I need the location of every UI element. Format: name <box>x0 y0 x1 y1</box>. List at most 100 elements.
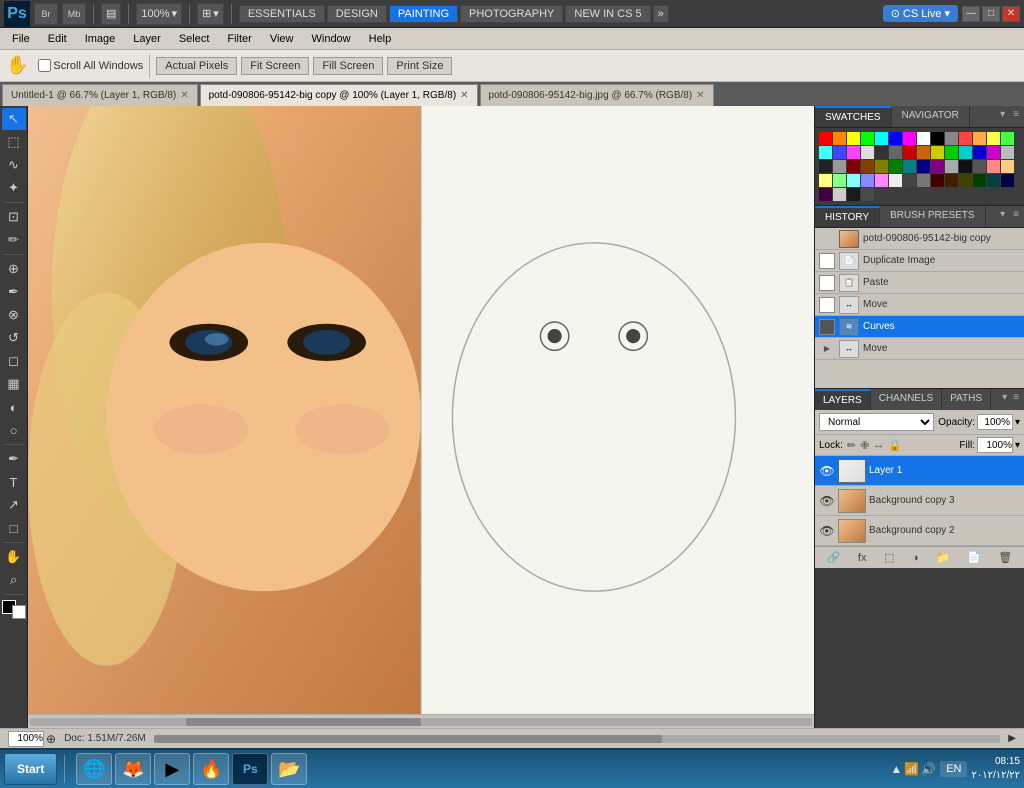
tab-untitled-close[interactable]: ✕ <box>180 90 188 101</box>
lock-move-icon[interactable]: ↔ <box>873 439 884 451</box>
swatch-55[interactable] <box>1001 174 1014 187</box>
paths-tab[interactable]: PATHS <box>942 389 991 410</box>
dodge-tool[interactable]: ○ <box>2 419 26 441</box>
close-btn[interactable]: ✕ <box>1002 6 1020 22</box>
brush-presets-tab[interactable]: BRUSH PRESETS <box>880 206 985 227</box>
taskbar-ps[interactable]: Ps <box>232 753 268 785</box>
workspace-design[interactable]: DESIGN <box>327 5 387 23</box>
swatch-39[interactable] <box>973 160 986 173</box>
swatch-26[interactable] <box>987 146 1000 159</box>
zoom-input[interactable] <box>8 731 44 747</box>
lock-pixel-icon[interactable]: ✏ <box>847 439 856 452</box>
swatch-54[interactable] <box>987 174 1000 187</box>
swatch-40[interactable] <box>987 160 1000 173</box>
tab-potd-orig-close[interactable]: ✕ <box>696 90 704 101</box>
crop-tool[interactable]: ⊡ <box>2 206 26 228</box>
blur-tool[interactable]: ◐ <box>2 396 26 418</box>
navigator-tab[interactable]: NAVIGATOR <box>892 106 970 127</box>
swatch-31[interactable] <box>861 160 874 173</box>
swatch-11[interactable] <box>973 132 986 145</box>
swatch-19[interactable] <box>889 146 902 159</box>
swatch-24[interactable] <box>959 146 972 159</box>
fill-screen-btn[interactable]: Fill Screen <box>313 57 383 75</box>
history-item-1[interactable]: 📄 Duplicate Image <box>815 250 1024 272</box>
swatch-38[interactable] <box>959 160 972 173</box>
swatch-36[interactable] <box>931 160 944 173</box>
layer-mask-btn[interactable]: ⬚ <box>881 550 897 565</box>
layer-eye-2[interactable]: 👁 <box>819 523 835 539</box>
layers-menu-icon[interactable]: ≡ <box>1010 391 1022 408</box>
fill-input[interactable] <box>977 437 1013 453</box>
swatch-6[interactable] <box>903 132 916 145</box>
taskbar-ff[interactable]: 🦊 <box>115 753 151 785</box>
swatch-17[interactable] <box>861 146 874 159</box>
layer-group-btn[interactable]: 📁 <box>933 550 953 565</box>
menu-file[interactable]: File <box>4 31 38 47</box>
swatch-7[interactable] <box>917 132 930 145</box>
clone-tool[interactable]: ⊗ <box>2 304 26 326</box>
swatch-29[interactable] <box>833 160 846 173</box>
history-tab[interactable]: HISTORY <box>815 206 880 227</box>
fit-screen-btn[interactable]: Fit Screen <box>241 57 309 75</box>
swatch-0[interactable] <box>819 132 832 145</box>
eyedropper-tool[interactable]: ✏ <box>2 229 26 251</box>
swatch-59[interactable] <box>861 188 874 201</box>
start-button[interactable]: Start <box>4 753 57 785</box>
opacity-input[interactable] <box>977 414 1013 430</box>
menu-filter[interactable]: Filter <box>219 31 259 47</box>
view-mode-dropdown[interactable]: ▤ <box>101 3 121 25</box>
history-checkbox-4[interactable] <box>819 319 835 335</box>
workspace-painting[interactable]: PAINTING <box>389 5 458 23</box>
taskbar-media[interactable]: ▶ <box>154 753 190 785</box>
panel-collapse-icon[interactable]: ▾ <box>997 108 1008 125</box>
arrange-dropdown[interactable]: ⊞ ▾ <box>197 3 224 25</box>
quick-select-tool[interactable]: ✦ <box>2 177 26 199</box>
swatch-33[interactable] <box>889 160 902 173</box>
language-indicator[interactable]: EN <box>940 761 967 777</box>
zoom-icon[interactable]: ⊕ <box>46 732 56 746</box>
canvas-area[interactable] <box>28 106 814 728</box>
layers-collapse-icon[interactable]: ▾ <box>999 391 1010 408</box>
history-checkbox-1[interactable] <box>819 253 835 269</box>
swatch-52[interactable] <box>959 174 972 187</box>
workspace-new-cs5[interactable]: NEW IN CS 5 <box>565 5 650 23</box>
healing-tool[interactable]: ⊕ <box>2 258 26 280</box>
shape-tool[interactable]: □ <box>2 517 26 539</box>
layers-tab[interactable]: LAYERS <box>815 389 871 410</box>
swatch-46[interactable] <box>875 174 888 187</box>
tray-network[interactable]: 📶 <box>904 762 919 776</box>
swatch-13[interactable] <box>1001 132 1014 145</box>
swatch-15[interactable] <box>833 146 846 159</box>
swatch-43[interactable] <box>833 174 846 187</box>
canvas-scrollbar-horizontal[interactable] <box>28 714 814 728</box>
scroll-right-arrow[interactable]: ▶ <box>1008 733 1016 744</box>
cs-live-button[interactable]: ⊙ CS Live ▾ <box>883 5 958 22</box>
blend-mode-select[interactable]: Normal <box>819 413 934 431</box>
panel-menu-icon[interactable]: ≡ <box>1010 108 1022 125</box>
layer-fx-btn[interactable]: fx <box>855 551 870 565</box>
tab-untitled[interactable]: Untitled-1 @ 66.7% (Layer 1, RGB/8) ✕ <box>2 84 198 106</box>
workspace-photography[interactable]: PHOTOGRAPHY <box>460 5 563 23</box>
swatch-22[interactable] <box>931 146 944 159</box>
taskbar-folder[interactable]: 📂 <box>271 753 307 785</box>
zoom-tool[interactable]: ⌕ <box>2 569 26 591</box>
swatch-20[interactable] <box>903 146 916 159</box>
hand-tool[interactable]: ✋ <box>2 546 26 568</box>
history-brush-tool[interactable]: ↺ <box>2 327 26 349</box>
swatch-57[interactable] <box>833 188 846 201</box>
channels-tab[interactable]: CHANNELS <box>871 389 942 410</box>
brush-tool[interactable]: ✒ <box>2 281 26 303</box>
swatch-42[interactable] <box>819 174 832 187</box>
workspace-more[interactable]: » <box>653 5 669 23</box>
fill-arrow[interactable]: ▾ <box>1015 440 1020 451</box>
menu-window[interactable]: Window <box>304 31 359 47</box>
swatch-28[interactable] <box>819 160 832 173</box>
tray-icon-1[interactable]: ▲ <box>890 762 902 776</box>
tab-potd-copy[interactable]: potd-090806-95142-big copy @ 100% (Layer… <box>200 84 478 106</box>
swatch-34[interactable] <box>903 160 916 173</box>
swatch-25[interactable] <box>973 146 986 159</box>
swatch-48[interactable] <box>903 174 916 187</box>
history-checkbox-2[interactable] <box>819 275 835 291</box>
menu-view[interactable]: View <box>262 31 302 47</box>
swatch-49[interactable] <box>917 174 930 187</box>
